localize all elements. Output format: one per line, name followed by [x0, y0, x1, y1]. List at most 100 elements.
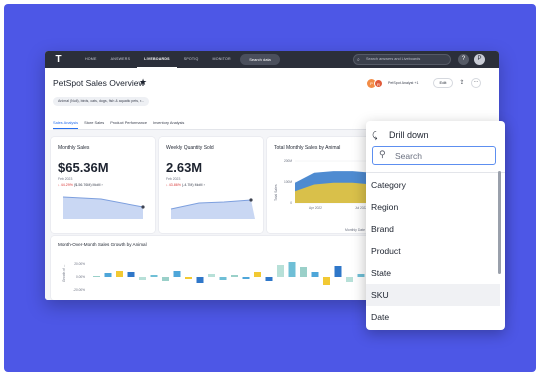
y-tick-label: 100M — [284, 180, 292, 184]
kpi-period: Feb 2023 — [58, 177, 73, 181]
animal-filter-chip[interactable]: Animal (Null), birds, cats, dogs, fish &… — [53, 97, 150, 106]
drill-down-search[interactable]: ⚲ — [372, 146, 496, 165]
card-title: Total Monthly Sales by Animal — [274, 145, 341, 151]
y-tick-label: 20.00% — [74, 262, 85, 266]
y-ticks: 200M 100M 0 — [284, 159, 292, 205]
growth-bar[interactable] — [93, 276, 100, 277]
monthly-sales-sparkline — [62, 196, 145, 219]
nav-answers[interactable]: ANSWERS — [104, 51, 138, 68]
menu-item-sku[interactable]: SKU — [366, 284, 500, 306]
kpi-value: $65.36M — [58, 160, 109, 175]
growth-bar[interactable] — [323, 277, 330, 285]
growth-bar[interactable] — [357, 274, 365, 277]
y-axis-label: Growth of ... — [62, 265, 66, 282]
help-icon[interactable]: ? — [458, 54, 469, 65]
menu-divider — [366, 172, 505, 173]
y-tick-label: 200M — [284, 159, 292, 163]
tab-inventory-analysis[interactable]: Inventory Analysis — [153, 119, 184, 129]
growth-bar[interactable] — [311, 272, 319, 277]
chevron-right-icon[interactable]: › — [204, 183, 205, 187]
menu-item-region[interactable]: Region — [366, 196, 500, 218]
chevron-right-icon[interactable]: › — [102, 183, 103, 187]
share-icon[interactable]: ⇪ — [457, 78, 467, 88]
y-tick-label: 0.00% — [76, 275, 85, 279]
global-search-input[interactable]: ⌕ Search answers and Liveboards — [353, 54, 451, 65]
growth-bar[interactable] — [300, 267, 307, 277]
growth-bar[interactable] — [173, 271, 181, 277]
main-nav: HOME ANSWERS LIVEBOARDS SPOTIQ MONITOR D… — [78, 51, 262, 68]
drill-down-list: Category Region Brand Product State SKU … — [366, 174, 500, 328]
more-options-icon[interactable]: ··· — [471, 78, 481, 88]
growth-card[interactable]: Month-Over-Month Sales Growth by Animal … — [51, 236, 399, 300]
nav-liveboards[interactable]: LIVEBOARDS — [137, 51, 177, 68]
growth-bar[interactable] — [242, 277, 250, 279]
growth-bar[interactable] — [334, 266, 342, 277]
growth-bar[interactable] — [254, 272, 261, 277]
x-ticks: Apr 2022 Jul 2022 — [309, 206, 367, 210]
growth-bar[interactable] — [231, 275, 238, 277]
sparkline-point — [249, 198, 253, 202]
nav-monitor[interactable]: MONITOR — [206, 51, 238, 68]
x-tick-label: Apr 2022 — [309, 206, 322, 210]
sparkline-point — [141, 205, 145, 209]
growth-bar-chart: Growth of ... 20.00% 0.00% -20.00% — [62, 262, 388, 292]
kpi-change-detail: (-4.7M) MoM — [181, 183, 203, 187]
liveboard-tabs: Sales Analysis Store Sales Product Perfo… — [53, 119, 184, 129]
menu-item-date[interactable]: Date — [366, 306, 500, 328]
drill-down-search-input[interactable] — [395, 149, 493, 162]
menu-scrollbar[interactable] — [498, 171, 502, 324]
menu-item-state[interactable]: State — [366, 262, 500, 284]
search-data-button[interactable]: Search data — [240, 54, 280, 65]
growth-bar[interactable] — [265, 277, 273, 281]
monthly-sales-card[interactable]: Monthly Sales $65.36M Feb 2023 ↓ 44.29% … — [51, 137, 155, 233]
drill-down-title: Drill down — [389, 130, 429, 140]
growth-bar[interactable] — [277, 265, 284, 277]
kpi-change: ↓ 43.86% (-4.7M) MoM › — [166, 183, 205, 187]
card-title: Monthly Sales — [58, 145, 90, 151]
kpi-value: 2.63M — [166, 160, 203, 175]
menu-item-product[interactable]: Product — [366, 240, 500, 262]
user-avatar[interactable]: P — [474, 54, 485, 65]
nav-home[interactable]: HOME — [78, 51, 104, 68]
growth-bar[interactable] — [196, 277, 204, 283]
global-search-placeholder: Search answers and Liveboards — [366, 57, 421, 61]
app-logo[interactable]: T — [53, 54, 64, 65]
growth-bar[interactable] — [185, 277, 192, 279]
kpi-period: Feb 2023 — [166, 177, 181, 181]
card-title: Month-Over-Month Sales Growth by Animal — [58, 242, 147, 247]
back-arrow-icon[interactable]: ⤹ — [372, 130, 381, 141]
tab-sales-analysis[interactable]: Sales Analysis — [53, 119, 79, 129]
kpi-change-pct: ↓ 43.86% — [166, 183, 181, 187]
growth-bar[interactable] — [288, 262, 296, 277]
growth-bar[interactable] — [127, 272, 135, 277]
growth-bar[interactable] — [162, 277, 169, 281]
growth-bar[interactable] — [150, 275, 158, 277]
growth-bar[interactable] — [219, 277, 227, 280]
tab-product-performance[interactable]: Product Performance — [110, 119, 147, 129]
y-ticks: 20.00% 0.00% -20.00% — [73, 262, 85, 292]
growth-bar[interactable] — [104, 273, 112, 277]
edit-button[interactable]: Edit — [433, 78, 453, 88]
menu-item-category[interactable]: Category — [366, 174, 500, 196]
tab-store-sales[interactable]: Store Sales — [84, 119, 104, 129]
growth-bar[interactable] — [208, 274, 215, 277]
weekly-quantity-card[interactable]: Weekly Quantity Sold 2.63M Feb 2023 ↓ 43… — [159, 137, 263, 233]
scrollbar-thumb[interactable] — [498, 171, 501, 274]
owner-avatar-secondary: R — [374, 79, 383, 88]
growth-bar[interactable] — [116, 271, 123, 277]
growth-bar[interactable] — [139, 277, 146, 280]
growth-bar[interactable] — [346, 277, 353, 282]
kpi-change-detail: ($-56.76M) MoM — [73, 183, 101, 187]
nav-spotiq[interactable]: SPOTIQ — [177, 51, 206, 68]
search-icon: ⌕ — [357, 57, 360, 63]
owner-label[interactable]: PetSpot Analyst +1 — [388, 81, 418, 85]
weekly-quantity-sparkline — [170, 198, 255, 219]
drill-down-header[interactable]: ⤹ Drill down — [372, 128, 429, 142]
kpi-change: ↓ 44.29% ($-56.76M) MoM › — [58, 183, 103, 187]
menu-item-brand[interactable]: Brand — [366, 218, 500, 240]
drill-down-menu: ⤹ Drill down ⚲ Category Region Brand Pro… — [366, 121, 505, 330]
x-axis-label: Monthly Date — [345, 228, 365, 232]
page-title: PetSpot Sales Overview — [53, 78, 145, 88]
kpi-change-pct: ↓ 44.29% — [58, 183, 73, 187]
star-icon[interactable]: ★ — [139, 77, 147, 88]
